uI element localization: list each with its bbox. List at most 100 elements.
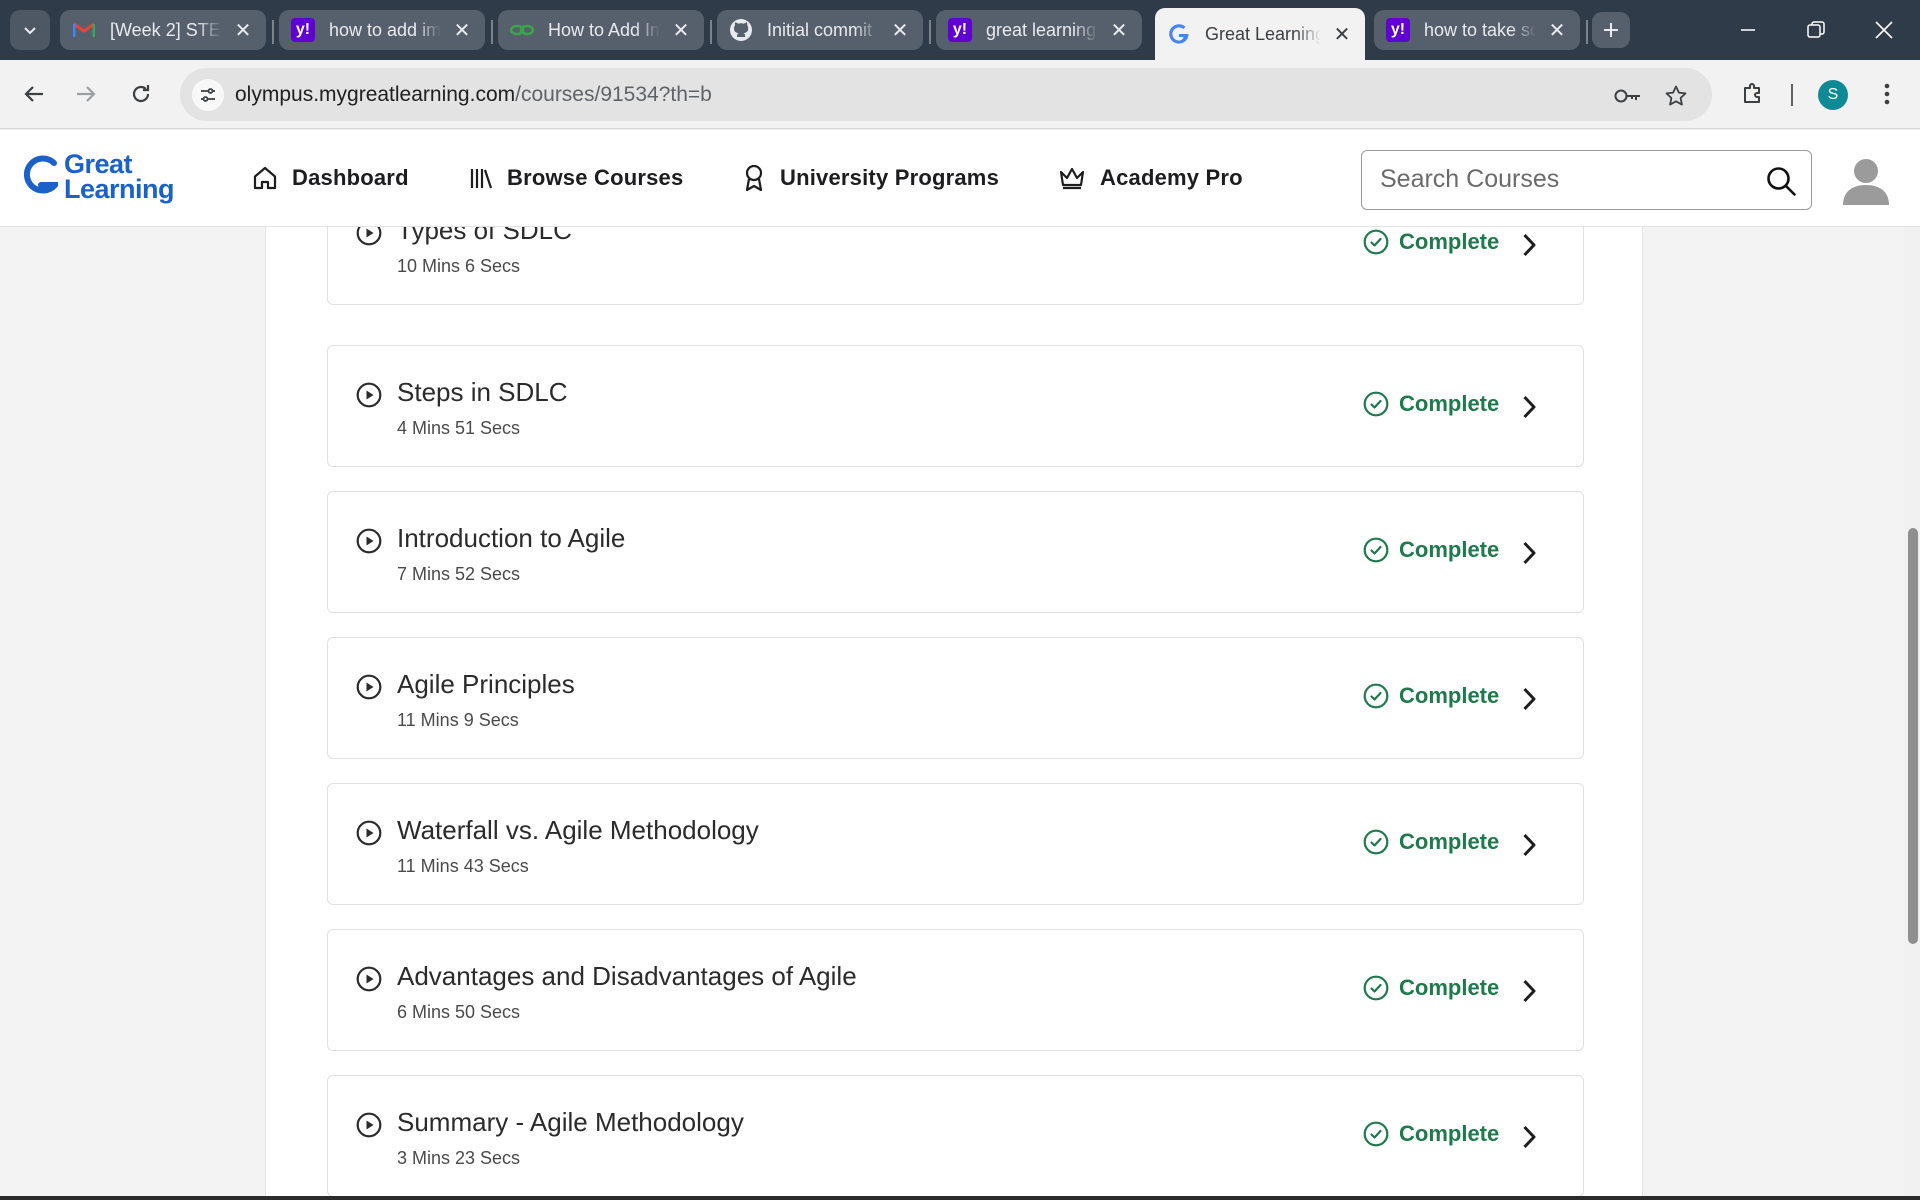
open-module-button[interactable] — [1516, 392, 1542, 422]
open-module-button[interactable] — [1516, 538, 1542, 568]
profile-avatar[interactable]: S — [1818, 80, 1848, 110]
status-badge: Complete — [1363, 537, 1499, 563]
tab-search-button[interactable] — [10, 10, 50, 50]
tab-title: Initial commit — [767, 19, 873, 40]
module-card[interactable]: Waterfall vs. Agile Methodology 11 Mins … — [327, 783, 1584, 905]
status-badge: Complete — [1363, 829, 1499, 855]
tab-separator — [491, 20, 493, 44]
search-icon[interactable] — [1765, 165, 1797, 197]
module-title: Steps in SDLC — [397, 377, 568, 407]
browser-menu-button[interactable] — [1867, 74, 1907, 114]
scrollbar-thumb[interactable] — [1908, 528, 1918, 944]
more-vert-icon — [1884, 83, 1890, 105]
browser-tab-active[interactable]: Great Learning ✕ — [1155, 8, 1365, 60]
module-card[interactable]: Steps in SDLC 4 Mins 51 Secs Complete — [327, 345, 1584, 467]
logo-line-2: Learning — [64, 174, 175, 204]
back-button[interactable] — [14, 74, 54, 114]
module-title: Types of SDLC — [397, 227, 572, 245]
yahoo-icon: y! — [291, 18, 315, 42]
tab-separator — [1586, 20, 1588, 44]
module-card[interactable]: Introduction to Agile 7 Mins 52 Secs Com… — [327, 491, 1584, 613]
play-circle-icon — [356, 227, 382, 246]
page-content: Types of SDLC 10 Mins 6 Secs Complete St… — [0, 227, 1920, 1200]
url-text[interactable]: olympus.mygreatlearning.com/courses/9153… — [235, 83, 712, 107]
forward-button[interactable] — [66, 74, 106, 114]
check-circle-icon — [1363, 683, 1389, 709]
minimize-button[interactable] — [1714, 0, 1782, 60]
site-info-button[interactable] — [192, 79, 224, 111]
extensions-button[interactable] — [1733, 74, 1773, 114]
open-module-button[interactable] — [1516, 684, 1542, 714]
library-icon — [470, 169, 493, 189]
module-title: Introduction to Agile — [397, 523, 626, 553]
arrow-left-icon — [24, 86, 43, 102]
play-circle-icon — [356, 674, 382, 700]
restore-button[interactable] — [1782, 0, 1850, 60]
reload-button[interactable] — [121, 74, 161, 114]
nav-academy-pro[interactable]: Academy Pro — [1058, 158, 1243, 198]
gmail-icon — [72, 18, 96, 42]
browser-tab[interactable]: Initial commit ✕ — [717, 10, 923, 50]
status-badge: Complete — [1363, 229, 1499, 255]
open-module-button[interactable] — [1516, 230, 1542, 260]
chevron-right-icon — [1523, 541, 1536, 565]
module-title: Summary - Agile Methodology — [397, 1107, 744, 1137]
nav-dashboard[interactable]: Dashboard — [252, 158, 409, 198]
browser-tab[interactable]: How to Add Im ✕ — [498, 10, 704, 50]
close-window-button[interactable] — [1850, 0, 1918, 60]
restore-icon — [1807, 21, 1825, 38]
google-icon — [1167, 22, 1191, 46]
nav-university-programs[interactable]: University Programs — [742, 158, 999, 198]
tab-title: How to Add Im — [548, 19, 660, 40]
module-title: Agile Principles — [397, 669, 575, 699]
address-bar[interactable]: olympus.mygreatlearning.com/courses/9153… — [180, 68, 1712, 121]
tab-close-icon[interactable]: ✕ — [451, 19, 473, 42]
open-module-button[interactable] — [1516, 830, 1542, 860]
check-circle-icon — [1363, 829, 1389, 855]
check-circle-icon — [1363, 975, 1389, 1001]
tab-separator — [710, 20, 712, 44]
browser-tab[interactable]: y! how to add im ✕ — [279, 10, 485, 50]
module-duration: 11 Mins 43 Secs — [397, 856, 529, 876]
chevron-right-icon — [1523, 979, 1536, 1003]
user-avatar[interactable] — [1839, 153, 1893, 207]
module-title: Advantages and Disadvantages of Agile — [397, 961, 857, 991]
open-module-button[interactable] — [1516, 1122, 1542, 1152]
module-card[interactable]: Agile Principles 11 Mins 9 Secs Complete — [327, 637, 1584, 759]
tab-close-icon[interactable]: ✕ — [670, 19, 692, 42]
browser-tab[interactable]: [Week 2] STEP ✕ — [60, 10, 266, 50]
reload-icon — [132, 85, 150, 103]
great-learning-logo[interactable]: Great Learning — [22, 151, 175, 204]
site-header: Great Learning Dashboard Browse Courses … — [0, 130, 1920, 227]
status-label: Complete — [1399, 683, 1500, 708]
url-path: /courses/91534?th=b — [515, 83, 712, 106]
nav-browse-courses[interactable]: Browse Courses — [469, 158, 683, 198]
browser-tab-bar: [Week 2] STEP ✕ y! how to add im ✕ How t… — [0, 0, 1920, 60]
toolbar-separator — [1791, 84, 1793, 106]
status-label: Complete — [1399, 229, 1500, 254]
module-duration: 6 Mins 50 Secs — [397, 1002, 521, 1022]
module-card[interactable]: Advantages and Disadvantages of Agile 6 … — [327, 929, 1584, 1051]
bookmark-star-button[interactable] — [1662, 82, 1690, 110]
open-module-button[interactable] — [1516, 976, 1542, 1006]
browser-tab[interactable]: y! how to take sc ✕ — [1374, 10, 1580, 50]
play-circle-icon — [356, 1112, 382, 1138]
tab-close-icon[interactable]: ✕ — [1546, 19, 1568, 42]
nav-label: University Programs — [780, 165, 999, 190]
minimize-icon — [1741, 29, 1755, 31]
nav-label: Browse Courses — [507, 165, 684, 190]
search-input[interactable] — [1380, 165, 1740, 194]
password-key-button[interactable] — [1614, 82, 1642, 110]
tab-close-icon[interactable]: ✕ — [1108, 19, 1130, 42]
tab-close-icon[interactable]: ✕ — [1331, 23, 1353, 46]
module-card[interactable]: Summary - Agile Methodology 3 Mins 23 Se… — [327, 1075, 1584, 1197]
check-circle-icon — [1363, 391, 1389, 417]
module-card[interactable]: Types of SDLC 10 Mins 6 Secs Complete — [327, 227, 1584, 305]
tab-close-icon[interactable]: ✕ — [232, 19, 254, 42]
github-icon — [729, 18, 753, 42]
browser-tab[interactable]: y! great learning ✕ — [936, 10, 1142, 50]
page-scrollbar[interactable] — [1904, 227, 1920, 1200]
new-tab-button[interactable] — [1592, 12, 1630, 48]
tab-close-icon[interactable]: ✕ — [889, 19, 911, 42]
tune-icon — [201, 88, 215, 102]
